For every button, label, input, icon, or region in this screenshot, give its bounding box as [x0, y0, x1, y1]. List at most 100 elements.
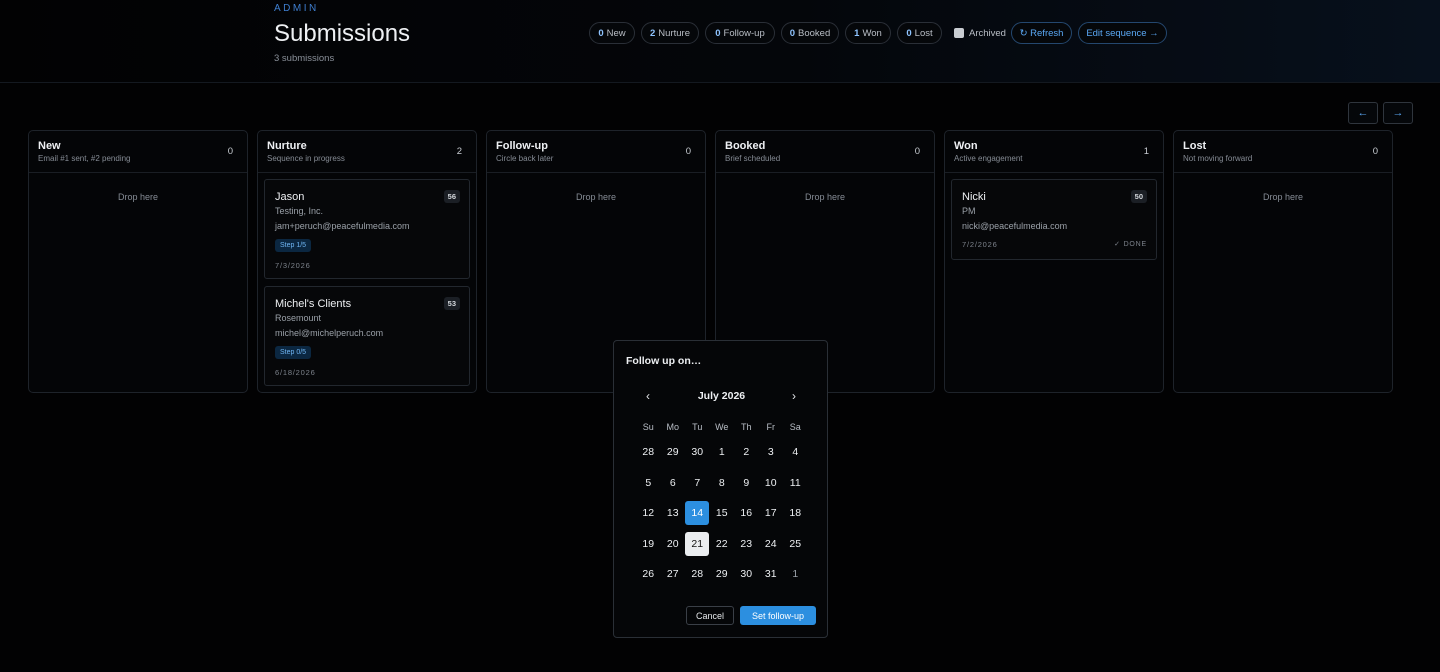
calendar-day[interactable]: 18 — [783, 498, 808, 529]
calendar-day[interactable]: 7 — [685, 468, 710, 499]
cancel-button[interactable]: Cancel — [686, 606, 734, 625]
calendar-day-label: 11 — [789, 476, 801, 489]
calendar-day-label: 1 — [718, 446, 725, 459]
calendar-day[interactable]: 29 — [710, 559, 735, 590]
calendar-day[interactable]: 16 — [734, 498, 759, 529]
drop-zone[interactable]: Drop here — [1174, 192, 1392, 202]
calendar-day[interactable]: 5 — [636, 468, 661, 499]
filter-booked-button[interactable]: 0 Booked — [781, 22, 839, 44]
calendar-day[interactable]: 30 — [685, 437, 710, 468]
calendar-day[interactable]: 28 — [685, 559, 710, 590]
weekday-header: Mo — [666, 422, 679, 432]
submission-card-jason[interactable]: Jason 56 Testing, Inc. jam+peruch@peacef… — [264, 179, 470, 279]
weekday-header: Sa — [789, 422, 801, 432]
column-subtitle: Active engagement — [954, 154, 1023, 163]
calendar-day-label: 2 — [743, 446, 750, 459]
calendar-day[interactable]: 28 — [636, 437, 661, 468]
calendar-day[interactable]: 1 — [783, 559, 808, 590]
calendar-day[interactable]: 4 — [783, 437, 808, 468]
score-badge: 56 — [443, 190, 460, 203]
submission-card-nicki[interactable]: Nicki 50 PM nicki@peacefulmedia.com 7/2/… — [951, 179, 1157, 260]
calendar-day[interactable]: 26 — [636, 559, 661, 590]
calendar-day-label: 20 — [666, 537, 679, 550]
calendar-day-label: 9 — [743, 476, 750, 489]
filter-won-button[interactable]: 1 Won — [845, 22, 891, 44]
calendar-day[interactable]: 9 — [734, 468, 759, 499]
column-count: 0 — [227, 146, 233, 157]
calendar-day[interactable]: 6 — [661, 468, 686, 499]
column-subtitle: Email #1 sent, #2 pending — [38, 154, 131, 163]
drop-zone[interactable]: Drop here — [487, 192, 705, 202]
calendar-day[interactable]: 25 — [783, 529, 808, 560]
archived-checkbox[interactable] — [954, 28, 964, 38]
calendar-day[interactable]: 20 — [661, 529, 686, 560]
calendar-day[interactable]: 12 — [636, 498, 661, 529]
page-header: ADMIN Submissions 3 submissions 0 New 2 Nu… — [0, 0, 1440, 83]
calendar-day-label: 29 — [666, 446, 679, 459]
chevron-right-icon[interactable]: › — [787, 389, 801, 403]
calendar-day[interactable]: 23 — [734, 529, 759, 560]
calendar-day-label: 17 — [764, 507, 777, 520]
column-subtitle: Not moving forward — [1183, 154, 1253, 163]
calendar-day[interactable]: 19 — [636, 529, 661, 560]
page-title: Submissions — [274, 20, 411, 47]
calendar-day[interactable]: 17 — [759, 498, 784, 529]
calendar-day[interactable]: 24 — [759, 529, 784, 560]
calendar-day[interactable]: 13 — [661, 498, 686, 529]
card-date: 7/3/2026 — [275, 261, 311, 270]
filter-followup-button[interactable]: 0 Follow-up — [705, 22, 775, 44]
calendar-day[interactable]: 30 — [734, 559, 759, 590]
calendar-day[interactable]: 29 — [661, 437, 686, 468]
calendar-day-label: 15 — [715, 507, 728, 520]
calendar-day-label: 4 — [792, 446, 799, 459]
calendar-day[interactable]: 21 — [685, 529, 710, 560]
followup-dialog: Follow up on… ‹ July 2026 › Su Mo Tu We Th Fr… — [613, 340, 828, 638]
card-name: Jason — [275, 191, 305, 203]
drop-zone[interactable]: Drop here — [29, 192, 247, 202]
calendar-day[interactable]: 10 — [759, 468, 784, 499]
calendar-day[interactable]: 8 — [710, 468, 735, 499]
weekday-header: Su — [642, 422, 654, 432]
scroll-left-button[interactable]: ← — [1348, 102, 1378, 124]
calendar-day[interactable]: 3 — [759, 437, 784, 468]
calendar-day-label: 30 — [740, 568, 753, 581]
drop-zone[interactable]: Drop here — [716, 192, 934, 202]
calendar-day[interactable]: 27 — [661, 559, 686, 590]
column-header: Booked Brief scheduled 0 — [716, 131, 934, 173]
column-title: Nurture — [267, 140, 307, 152]
calendar-day-label: 16 — [740, 507, 753, 520]
calendar-day[interactable]: 1 — [710, 437, 735, 468]
column-lost: Lost Not moving forward 0 Drop here — [1173, 130, 1393, 393]
calendar-day-label: 31 — [764, 568, 777, 581]
score-badge: 53 — [443, 297, 460, 310]
calendar-day[interactable]: 2 — [734, 437, 759, 468]
calendar-day-label: 21 — [685, 531, 710, 556]
column-won: Won Active engagement 1 Nicki 50 PM nick… — [944, 130, 1164, 393]
archived-toggle[interactable]: Archived — [954, 27, 1006, 39]
archived-label: Archived — [969, 27, 1006, 39]
calendar-day[interactable]: 14 — [685, 498, 710, 529]
edit-sequence-button[interactable]: Edit sequence → — [1078, 22, 1167, 44]
card-company: PM — [962, 206, 976, 216]
column-title: Follow-up — [496, 140, 548, 152]
weekday-header: Th — [740, 422, 752, 432]
submission-card-michel[interactable]: Michel's Clients 53 Rosemount michel@mic… — [264, 286, 470, 386]
set-followup-button[interactable]: Set follow-up — [740, 606, 816, 625]
calendar-day[interactable]: 11 — [783, 468, 808, 499]
card-email: nicki@peacefulmedia.com — [962, 221, 1068, 231]
calendar-day[interactable]: 22 — [710, 529, 735, 560]
filter-new-button[interactable]: 0 New — [589, 22, 635, 44]
scroll-right-button[interactable]: → — [1383, 102, 1413, 124]
calendar-day[interactable]: 15 — [710, 498, 735, 529]
filter-lost-button[interactable]: 0 Lost — [897, 22, 942, 44]
filter-nurture-button[interactable]: 2 Nurture — [641, 22, 699, 44]
card-name: Nicki — [962, 191, 986, 203]
column-subtitle: Sequence in progress — [267, 154, 345, 163]
refresh-button[interactable]: ↻ Refresh — [1011, 22, 1072, 44]
calendar-day[interactable]: 31 — [759, 559, 784, 590]
column-nurture: Nurture Sequence in progress 2 Jason 56 … — [257, 130, 477, 393]
weekday-header: We — [715, 422, 729, 432]
calendar-day-label: 19 — [642, 537, 655, 550]
column-title: New — [38, 140, 61, 152]
admin-eyebrow: ADMIN — [274, 3, 319, 14]
